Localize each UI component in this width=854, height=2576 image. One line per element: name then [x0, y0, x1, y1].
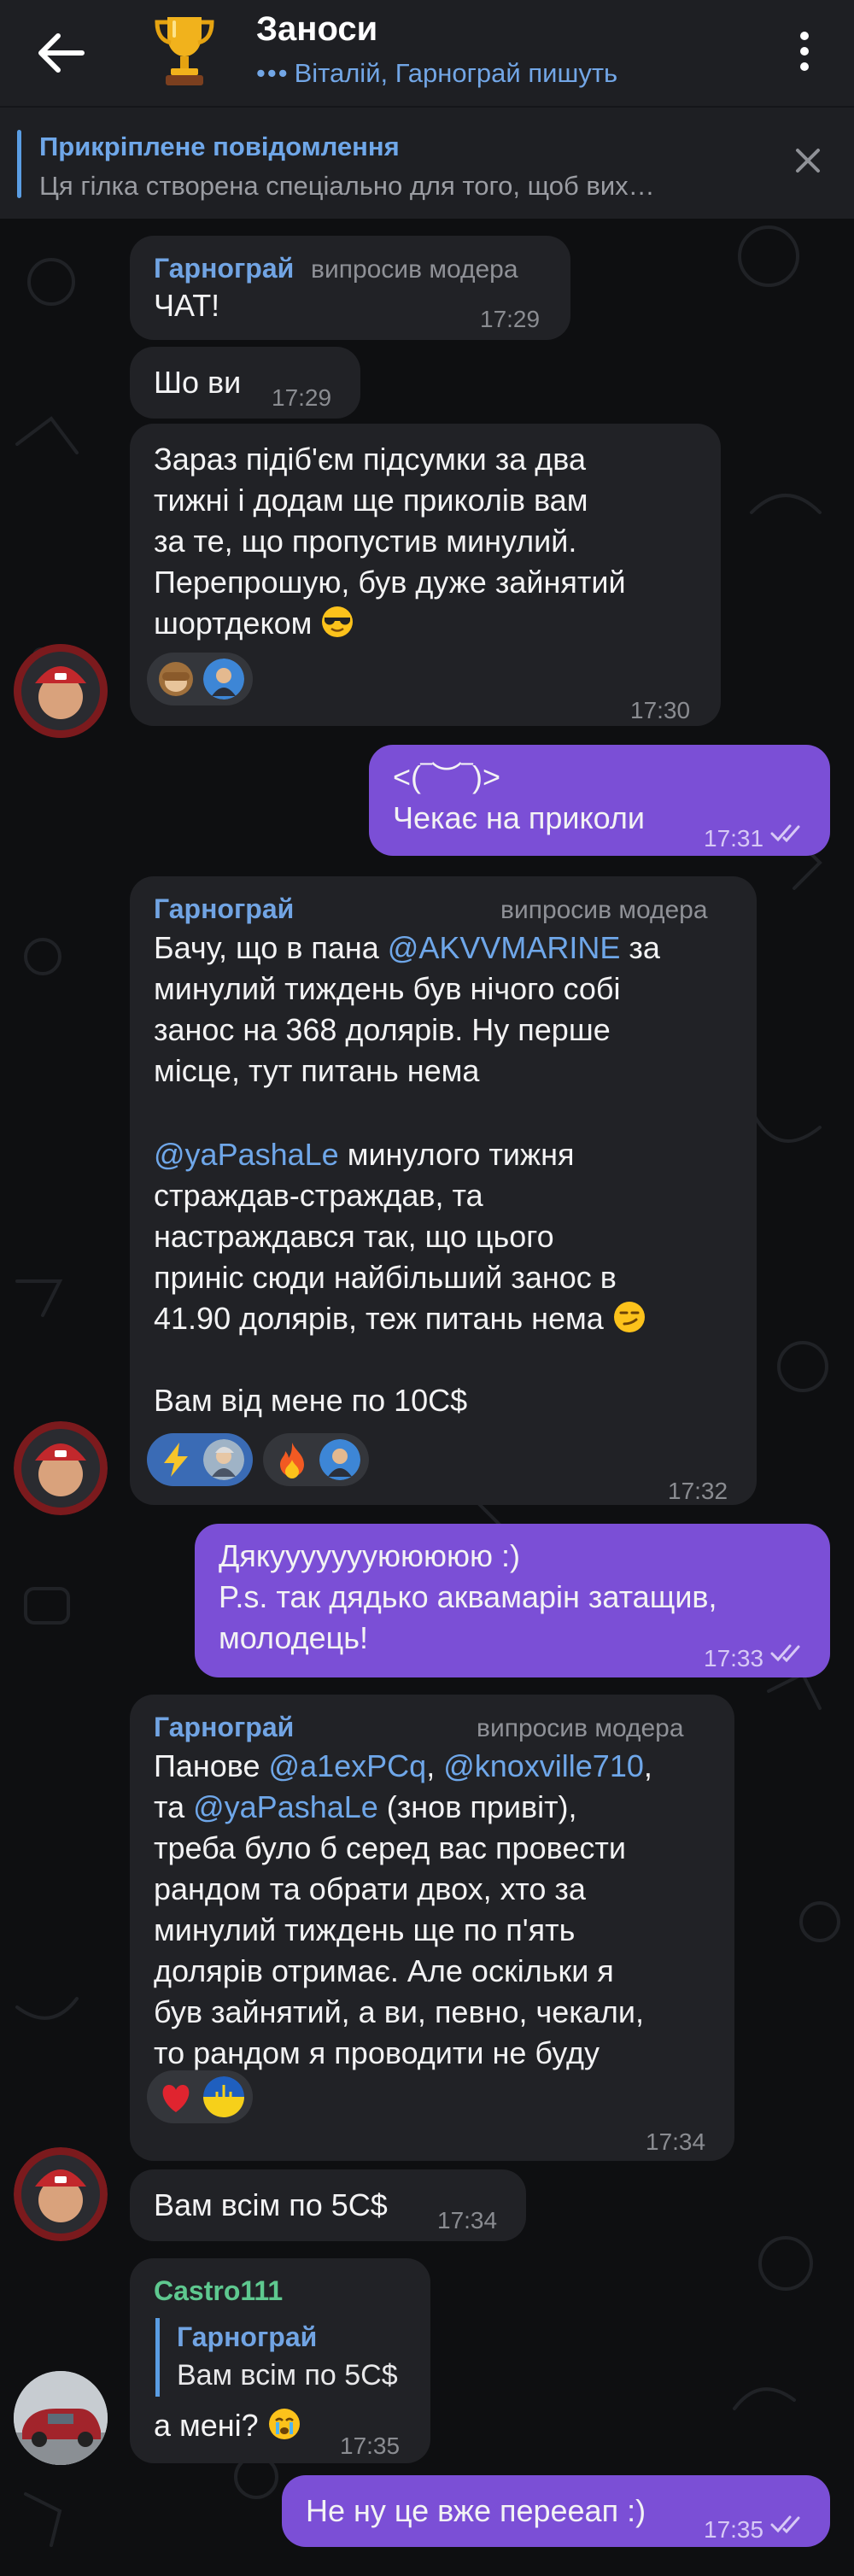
mention-link[interactable]: @yaPashaLe	[154, 1137, 339, 1172]
fire-icon	[280, 1443, 304, 1478]
back-arrow-icon[interactable]	[29, 26, 91, 80]
see-no-evil-monkey-icon	[159, 662, 193, 696]
message-bubble[interactable]: Castro111 Гарнограй Вам всім по 5С$ а ме…	[130, 2258, 430, 2463]
mention-link[interactable]: @AKVVMARINE	[388, 930, 621, 965]
message-bubble[interactable]: Шо ви 17:29	[130, 347, 360, 419]
message-text: Вам всім по 5С$	[154, 2187, 388, 2222]
reaction-chip[interactable]	[263, 1433, 369, 1486]
chat-header: Заноси ••• Віталій, Гарнограй пишуть	[0, 0, 854, 106]
avatar-image	[14, 644, 108, 738]
reaction-chip[interactable]	[147, 2070, 253, 2123]
reactions-row	[147, 653, 253, 705]
message-text-body: а мені?	[154, 2408, 267, 2443]
typing-text: Віталій, Гарнограй пишуть	[294, 58, 618, 88]
message-time: 17:30	[630, 697, 691, 723]
user-avatar-icon	[203, 2076, 244, 2117]
sender-role: випросив модера	[500, 896, 708, 924]
chat-title[interactable]: Заноси	[256, 10, 377, 49]
mention-link[interactable]: @knoxville710	[443, 1748, 644, 1783]
sender-name[interactable]: Гарнограй	[154, 1707, 294, 1748]
message-text: ЧАТ!	[154, 288, 220, 323]
message-text-part: ,	[426, 1748, 444, 1783]
message-text-line1: <(‾︶‾)>	[393, 759, 501, 794]
reply-text: Вам всім по 5С$	[177, 2359, 398, 2392]
user-avatar-icon	[203, 659, 244, 700]
pinned-text: Ця гілка створена спеціально для того, щ…	[39, 171, 655, 201]
message-text: Бачу, що в пана	[154, 930, 388, 965]
avatar-image	[14, 2147, 108, 2241]
message-bubble[interactable]: Гарнограй випросив модера ЧАТ! 17:29	[130, 236, 570, 340]
message-text-part: Панове	[154, 1748, 269, 1783]
user-avatar[interactable]	[14, 2147, 108, 2241]
message-text: Не ну це вже перееап :)	[306, 2493, 646, 2528]
message-bubble[interactable]: Гарнограй випросив модера Бачу, що в пан…	[130, 876, 757, 1505]
sender-name[interactable]: Гарнограй	[154, 888, 294, 929]
message-paragraph-1: Бачу, що в пана @AKVVMARINE за минулий т…	[154, 928, 743, 1092]
trophy-icon[interactable]	[143, 9, 225, 91]
message-time: 17:31	[704, 825, 764, 852]
read-checkmarks-icon	[770, 2515, 800, 2533]
message-time: 17:33	[704, 1645, 764, 1671]
smirk-emoji-icon	[613, 1302, 645, 1332]
message-text: Шо ви	[154, 365, 242, 400]
sender-name[interactable]: Castro111	[154, 2270, 283, 2311]
typing-dots: •••	[256, 58, 290, 88]
lightning-icon	[164, 1443, 188, 1477]
user-avatar-icon	[203, 1439, 244, 1480]
message-bubble[interactable]: Зараз підіб'єм підсумки за два тижні і д…	[130, 424, 721, 726]
crying-emoji-icon	[268, 2409, 300, 2439]
heart-icon	[162, 2085, 190, 2112]
user-avatar[interactable]	[14, 1421, 108, 1515]
message-text-part: (знов привіт), треба було б серед вас пр…	[154, 1789, 644, 2070]
message-time: 17:35	[704, 2516, 764, 2543]
user-avatar-icon	[319, 1439, 360, 1480]
reaction-chip-own[interactable]	[147, 1433, 253, 1486]
message-text: Зараз підіб'єм підсумки за два тижні і д…	[154, 439, 700, 644]
avatar-image	[14, 1421, 108, 1515]
message-bubble-outgoing[interactable]: Не ну це вже перееап :) 17:35	[282, 2475, 830, 2547]
message-bubble-outgoing[interactable]: Дякуууууууююююю :) P.s. так дядько аквам…	[195, 1524, 830, 1677]
sunglasses-emoji-icon	[322, 606, 354, 637]
reactions-row	[147, 2070, 253, 2123]
more-menu-icon[interactable]	[787, 26, 822, 77]
reply-sender: Гарнограй	[177, 2321, 318, 2352]
read-checkmarks-icon	[770, 1644, 800, 1662]
message-text: Панове @a1exPCq, @knoxville710, та @yaPa…	[154, 1746, 734, 2074]
user-avatar[interactable]	[14, 644, 108, 738]
message-bubble[interactable]: Вам всім по 5С$ 17:34	[130, 2169, 526, 2241]
message-time: 17:34	[646, 2128, 706, 2155]
message-text-body: Зараз підіб'єм підсумки за два тижні і д…	[154, 442, 626, 641]
user-avatar[interactable]	[14, 2371, 108, 2465]
pinned-indicator	[17, 130, 21, 198]
close-pinned-icon[interactable]	[791, 143, 825, 178]
mention-link[interactable]: @a1exPCq	[269, 1748, 427, 1783]
message-paragraph-3: Вам від мене по 10С$	[154, 1383, 468, 1418]
message-paragraph-2: @yaPashaLe минулого тижня страждав-страж…	[154, 1134, 743, 1339]
message-time: 17:29	[272, 384, 332, 411]
message-time: 17:34	[437, 2207, 498, 2234]
pinned-title: Прикріплене повідомлення	[39, 132, 400, 161]
message-text: а мені?	[154, 2405, 301, 2446]
sender-role: випросив модера	[311, 255, 518, 284]
pinned-message-bar[interactable]: Прикріплене повідомлення Ця гілка створе…	[0, 106, 854, 219]
read-checkmarks-icon	[770, 824, 800, 842]
message-time: 17:29	[480, 306, 541, 332]
message-bubble-outgoing[interactable]: <(‾︶‾)> Чекає на приколи 17:31	[369, 745, 830, 856]
mention-link[interactable]: @yaPashaLe	[193, 1789, 378, 1824]
reaction-chip[interactable]	[147, 653, 253, 705]
sender-name[interactable]: Гарнограй	[154, 248, 294, 289]
sender-role: випросив модера	[477, 1714, 684, 1742]
message-time: 17:35	[340, 2433, 401, 2459]
avatar-image	[14, 2371, 108, 2465]
typing-indicator: ••• Віталій, Гарнограй пишуть	[256, 58, 617, 89]
message-text-line2: Чекає на приколи	[393, 800, 645, 835]
reply-quote[interactable]: Гарнограй Вам всім по 5С$	[155, 2318, 398, 2397]
reactions-row	[147, 1433, 369, 1486]
message-bubble[interactable]: Гарнограй випросив модера Панове @a1exPC…	[130, 1695, 734, 2161]
message-time: 17:32	[668, 1478, 728, 1504]
